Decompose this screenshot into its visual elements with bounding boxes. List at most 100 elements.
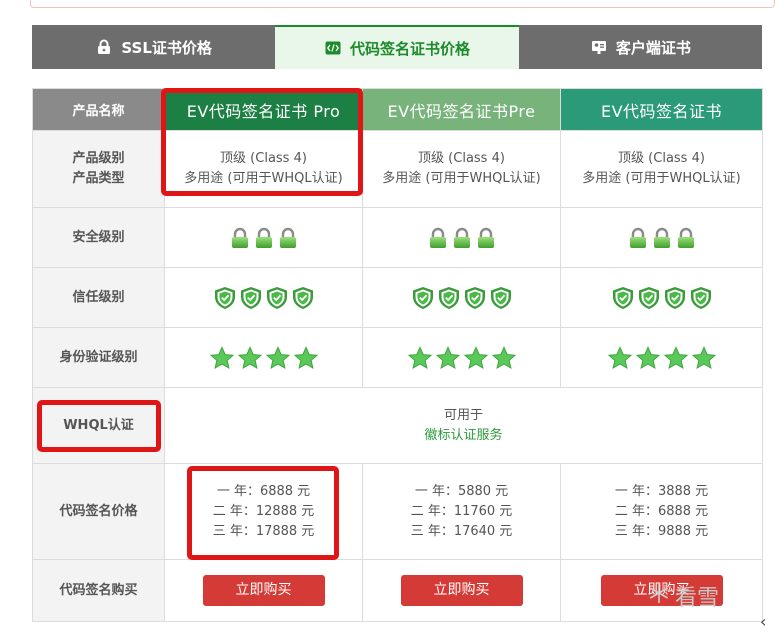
- class-row-label: 产品级别 产品类型: [32, 130, 165, 208]
- identity-cell-1: [164, 327, 363, 388]
- star-icon: [209, 345, 235, 370]
- snowflake-icon: [647, 581, 671, 611]
- whql-text: 可用于: [443, 407, 483, 423]
- trust-cell-3: [560, 267, 763, 328]
- price-1-year: 一 年：5880 元: [414, 483, 509, 499]
- star-icon: [635, 345, 661, 370]
- shield-check-icon: [464, 286, 486, 310]
- shield-check-icon: [690, 286, 712, 310]
- star-icon: [491, 345, 517, 370]
- shield-check-icon: [638, 286, 660, 310]
- product-name-3: EV代码签名证书: [560, 88, 763, 131]
- product-name-label: 产品名称: [32, 88, 165, 131]
- shield-check-icon: [412, 286, 434, 310]
- price-row-label: 代码签名价格: [32, 463, 165, 560]
- buy-now-button[interactable]: 立即购买: [202, 575, 325, 606]
- buy-now-button[interactable]: 立即购买: [400, 575, 523, 606]
- watermark: 看雪: [647, 580, 719, 612]
- lock-icon: [652, 227, 672, 249]
- class-label-type: 产品类型: [72, 171, 125, 186]
- shield-check-icon: [490, 286, 512, 310]
- product-name-row: 产品名称 EV代码签名证书 Pro EV代码签名证书Pre EV代码签名证书: [32, 88, 763, 131]
- price-1-year: 一 年：3888 元: [614, 483, 709, 499]
- class-type: 多用途 (可用于WHQL认证): [382, 171, 541, 186]
- whql-cell: 可用于 徽标认证服务: [164, 387, 763, 464]
- identity-cell-2: [362, 327, 561, 388]
- buy-cell-1: 立即购买: [164, 559, 363, 622]
- tab-label: 代码签名证书价格: [349, 39, 470, 58]
- trust-shield-icons: [410, 286, 514, 309]
- identity-star-icons: [606, 345, 718, 369]
- star-icon: [663, 345, 689, 370]
- security-cell-1: [164, 207, 363, 268]
- price-2-year: 二 年：11760 元: [410, 503, 513, 519]
- shield-check-icon: [266, 286, 288, 310]
- identity-row-label: 身份验证级别: [32, 327, 165, 388]
- security-lock-icons: [626, 227, 698, 248]
- shield-check-icon: [240, 286, 262, 310]
- star-icon: [407, 345, 433, 370]
- highlight-box-price: [187, 466, 339, 560]
- security-lock-icons: [228, 227, 300, 248]
- class-level: 顶级 (Class 4): [618, 151, 705, 166]
- trust-shield-icons: [212, 286, 316, 309]
- id-card-icon: [590, 39, 608, 55]
- price-cell-3: 一 年：3888 元 二 年：6888 元 三 年：9888 元: [560, 463, 763, 560]
- star-icon: [691, 345, 717, 370]
- security-cell-3: [560, 207, 763, 268]
- price-3-year: 三 年：9888 元: [614, 523, 709, 539]
- shield-check-icon: [612, 286, 634, 310]
- price-tabs: SSL证书价格 代码签名证书价格 客户端证书: [32, 25, 762, 69]
- chevron-left-icon[interactable]: ‹: [760, 612, 766, 631]
- star-icon: [607, 345, 633, 370]
- shield-check-icon: [292, 286, 314, 310]
- trust-shield-icons: [610, 286, 714, 309]
- lock-icon: [428, 227, 448, 249]
- price-row: 代码签名价格 一 年：6888 元 二 年：12888 元 三 年：17888 …: [32, 463, 763, 560]
- highlight-box-whql: [37, 400, 161, 452]
- lock-icon: [452, 227, 472, 249]
- lock-icon: [476, 227, 496, 249]
- tab-label: 客户端证书: [615, 38, 691, 57]
- tab-code-signing-price[interactable]: 代码签名证书价格: [275, 25, 519, 69]
- tab-label: SSL证书价格: [121, 38, 212, 57]
- star-icon: [435, 345, 461, 370]
- shield-check-icon: [214, 286, 236, 310]
- highlight-box-product: [161, 88, 363, 196]
- class-cell-2: 顶级 (Class 4) 多用途 (可用于WHQL认证): [362, 130, 561, 208]
- price-table: 产品名称 EV代码签名证书 Pro EV代码签名证书Pre EV代码签名证书 产…: [32, 88, 763, 622]
- tab-client-cert[interactable]: 客户端证书: [518, 25, 762, 69]
- whql-service-link[interactable]: 徽标认证服务: [165, 426, 762, 446]
- price-cell-2: 一 年：5880 元 二 年：11760 元 三 年：17640 元: [362, 463, 561, 560]
- lock-icon: [230, 227, 250, 249]
- star-icon: [293, 345, 319, 370]
- star-icon: [237, 345, 263, 370]
- trust-row: 信任级别: [32, 267, 763, 328]
- trust-row-label: 信任级别: [32, 267, 165, 328]
- security-row-label: 安全级别: [32, 207, 165, 268]
- lock-icon: [254, 227, 274, 249]
- buy-cell-2: 立即购买: [362, 559, 561, 622]
- shield-check-icon: [664, 286, 686, 310]
- price-3-year: 三 年：17640 元: [410, 523, 513, 539]
- trust-cell-2: [362, 267, 561, 328]
- class-row: 产品级别 产品类型 顶级 (Class 4) 多用途 (可用于WHQL认证) 顶…: [32, 130, 763, 208]
- identity-star-icons: [208, 345, 320, 369]
- shield-check-icon: [438, 286, 460, 310]
- lock-icon: [676, 227, 696, 249]
- security-cell-2: [362, 207, 561, 268]
- price-2-year: 二 年：6888 元: [614, 503, 709, 519]
- identity-row: 身份验证级别: [32, 327, 763, 388]
- lock-icon: [278, 227, 298, 249]
- security-lock-icons: [426, 227, 498, 248]
- lock-icon: [95, 39, 113, 55]
- identity-star-icons: [406, 345, 518, 369]
- tab-ssl-price[interactable]: SSL证书价格: [32, 25, 276, 69]
- code-icon: [324, 40, 342, 56]
- top-panel-edge: [30, 0, 775, 8]
- lock-icon: [628, 227, 648, 249]
- buy-row-label: 代码签名购买: [32, 559, 165, 622]
- class-label-level: 产品级别: [72, 151, 125, 166]
- product-name-2: EV代码签名证书Pre: [362, 88, 561, 131]
- security-row: 安全级别: [32, 207, 763, 268]
